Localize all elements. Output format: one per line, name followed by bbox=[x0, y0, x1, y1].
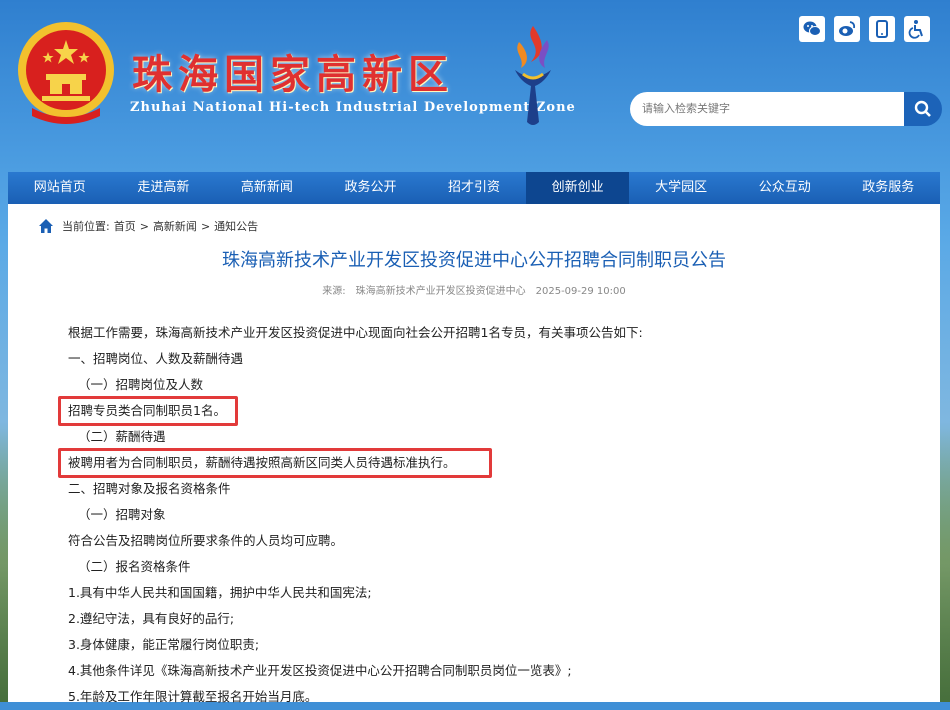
nav-item-interaction[interactable]: 公众互动 bbox=[733, 172, 837, 204]
paragraph-salary-highlighted: 被聘用者为合同制职员，薪酬待遇按照高新区同类人员待遇标准执行。 bbox=[58, 448, 908, 478]
national-emblem-icon bbox=[18, 22, 114, 124]
main-nav: 网站首页 走进高新 高新新闻 政务公开 招才引资 创新创业 大学园区 公众互动 … bbox=[8, 172, 941, 210]
search-icon bbox=[914, 100, 931, 117]
source-value: 珠海高新技术产业开发区投资促进中心 bbox=[355, 286, 526, 297]
mobile-icon[interactable] bbox=[869, 16, 895, 42]
article-meta: 来源: 珠海高新技术产业开发区投资促进中心 2025-09-29 10:00 bbox=[8, 282, 940, 297]
breadcrumb-notices[interactable]: 通知公告 bbox=[214, 218, 258, 234]
requirement-item-2: 2.遵纪守法，具有良好的品行; bbox=[68, 611, 235, 626]
breadcrumb: 当前位置: 首页 > 高新新闻 > 通知公告 bbox=[38, 218, 258, 234]
requirement-item-5: 5.年龄及工作年限计算截至报名开始当月底。 bbox=[68, 689, 318, 704]
nav-item-news[interactable]: 高新新闻 bbox=[215, 172, 319, 204]
breadcrumb-prefix: 当前位置: bbox=[62, 220, 110, 233]
wechat-icon[interactable] bbox=[799, 16, 825, 42]
heading-section-1: 一、招聘岗位、人数及薪酬待遇 bbox=[68, 351, 244, 366]
top-icon-bar bbox=[799, 16, 930, 42]
subheading-target: （一）招聘对象 bbox=[78, 507, 166, 522]
nav-item-services[interactable]: 政务服务 bbox=[837, 172, 941, 204]
content-panel: 当前位置: 首页 > 高新新闻 > 通知公告 珠海高新技术产业开发区投资促进中心… bbox=[8, 204, 940, 704]
breadcrumb-home[interactable]: 首页 bbox=[114, 218, 136, 234]
article-body: 根据工作需要，珠海高新技术产业开发区投资促进中心现面向社会公开招聘1名专员，有关… bbox=[58, 320, 908, 710]
paragraph-target: 符合公告及招聘岗位所要求条件的人员均可应聘。 bbox=[68, 533, 344, 548]
site-title-cn: 珠海国家高新区 bbox=[132, 51, 454, 98]
home-icon bbox=[39, 219, 53, 233]
breadcrumb-separator: > bbox=[139, 219, 149, 233]
heading-section-2: 二、招聘对象及报名资格条件 bbox=[68, 481, 231, 496]
nav-item-innovation[interactable]: 创新创业 bbox=[525, 172, 630, 210]
requirement-item-1: 1.具有中华人民共和国国籍，拥护中华人民共和国宪法; bbox=[68, 585, 372, 600]
breadcrumb-separator: > bbox=[200, 219, 211, 233]
search-button[interactable] bbox=[904, 92, 942, 126]
breadcrumb-news[interactable]: 高新新闻 bbox=[153, 218, 197, 234]
publish-date: 2025-09-29 10:00 bbox=[535, 286, 626, 297]
nav-item-about[interactable]: 走进高新 bbox=[112, 172, 216, 204]
subheading-requirements: （二）报名资格条件 bbox=[78, 559, 191, 574]
source-label: 来源: bbox=[322, 286, 346, 297]
search-input[interactable]: 请输入检索关键字 bbox=[630, 92, 906, 126]
requirement-item-4: 4.其他条件详见《珠海高新技术产业开发区投资促进中心公开招聘合同制职员岗位一览表… bbox=[68, 663, 572, 678]
paragraph-positions-highlighted: 招聘专员类合同制职员1名。 bbox=[58, 396, 908, 426]
requirement-item-3: 3.身体健康，能正常履行岗位职责; bbox=[68, 637, 260, 652]
torch-logo-icon bbox=[515, 26, 551, 125]
weibo-icon[interactable] bbox=[834, 16, 860, 42]
paragraph-intro: 根据工作需要，珠海高新技术产业开发区投资促进中心现面向社会公开招聘1名专员，有关… bbox=[68, 325, 643, 340]
subheading-positions: （一）招聘岗位及人数 bbox=[78, 377, 204, 392]
nav-item-home[interactable]: 网站首页 bbox=[8, 172, 112, 204]
subheading-salary: （二）薪酬待遇 bbox=[78, 429, 166, 444]
article-title: 珠海高新技术产业开发区投资促进中心公开招聘合同制职员公告 bbox=[222, 250, 726, 271]
nav-item-talent[interactable]: 招才引资 bbox=[422, 172, 526, 204]
nav-item-university[interactable]: 大学园区 bbox=[629, 172, 733, 204]
nav-item-government[interactable]: 政务公开 bbox=[319, 172, 423, 204]
accessibility-icon[interactable] bbox=[904, 16, 930, 42]
